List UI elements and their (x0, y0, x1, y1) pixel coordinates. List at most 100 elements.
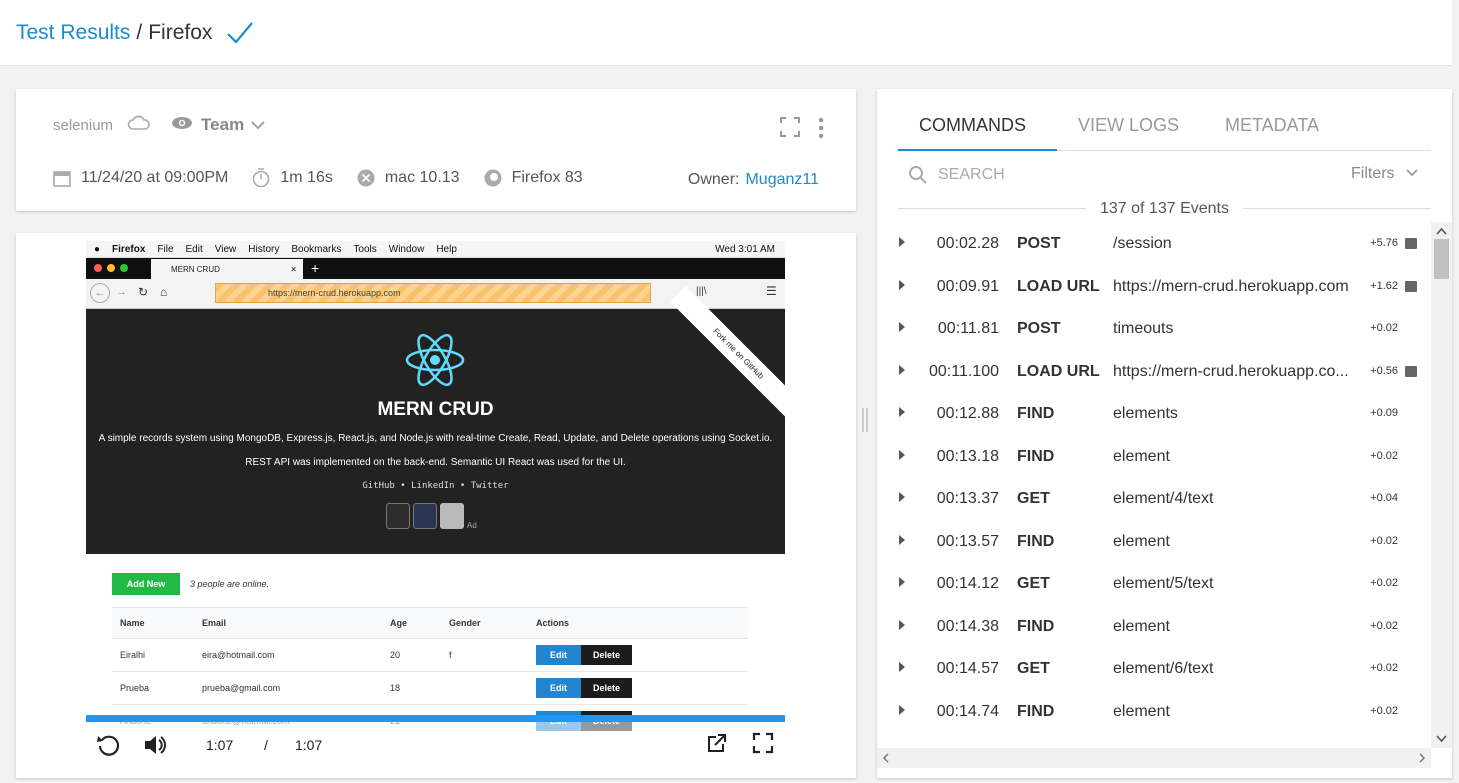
command-row[interactable]: 00:14.74 FIND element +0.02 (877, 692, 1431, 734)
command-delta: +0.09 (1370, 407, 1398, 419)
command-row[interactable]: 00:13.18 FIND element +0.02 (877, 437, 1431, 479)
command-delta: +0.02 (1370, 534, 1398, 547)
command-row[interactable]: 00:14.38 FIND element +0.02 (877, 607, 1431, 649)
scroll-up-icon[interactable] (1431, 224, 1452, 238)
command-time: 00:13.37 (936, 490, 999, 507)
video-progress-bar[interactable] (86, 715, 785, 722)
close-dot (94, 264, 102, 272)
command-delta: +0.02 (1370, 322, 1398, 334)
horizontal-scrollbar[interactable] (877, 748, 1431, 768)
breadcrumb-test-results-link[interactable]: Test Results (16, 21, 130, 45)
column-header: Name (112, 607, 194, 639)
app-title: MERN CRUD (377, 399, 494, 420)
fullscreen-video-icon[interactable] (752, 732, 774, 759)
total-time: 1:07 (295, 737, 323, 753)
command-time: 00:11.81 (937, 320, 999, 337)
app-hero: Fork me on GitHub MERN CRUD A simple rec… (86, 286, 785, 554)
back-icon: ← (90, 283, 110, 303)
command-argument: https://mern-crud.herokuapp.co... (1113, 362, 1349, 380)
breadcrumb: Test Results / Firefox (16, 20, 254, 46)
command-list: 00:02.28 POST/session +5.76 00:09.91 LOAD UR… (877, 224, 1431, 744)
panel-resize-handle[interactable] (862, 408, 868, 432)
expand-arrow-icon (899, 704, 905, 715)
filters-dropdown[interactable]: Filters (1351, 165, 1419, 183)
command-time: 00:12.88 (936, 405, 999, 422)
duration-item: 1m 16s (252, 168, 333, 188)
owner-link[interactable]: Muganz11 (745, 171, 819, 188)
command-argument: element (1113, 702, 1170, 720)
edit-button: Edit (536, 678, 581, 698)
delete-button: Delete (581, 645, 633, 665)
column-header: Email (194, 607, 382, 639)
screenshot-icon[interactable] (1405, 280, 1417, 292)
scroll-down-icon[interactable] (1431, 732, 1452, 746)
search-icon (909, 166, 927, 184)
vertical-scrollbar[interactable] (1431, 222, 1452, 748)
owner: Owner: Muganz11 (688, 171, 819, 189)
date-text: 11/24/20 at 09:00PM (81, 169, 229, 186)
url-text: https://mern-crud.herokuapp.com (268, 288, 401, 298)
breadcrumb-current: Firefox (148, 21, 213, 44)
duration-text: 1m 16s (280, 169, 333, 186)
visibility-dropdown[interactable]: Team (201, 115, 266, 135)
cell-actions: EditDelete (528, 671, 748, 705)
command-method: GET (1017, 575, 1050, 592)
external-link-icon[interactable] (706, 732, 728, 759)
info-row-top: selenium Team (53, 115, 266, 135)
command-row[interactable]: 00:02.28 POST/session +5.76 (877, 224, 1431, 266)
more-menu-icon[interactable] (816, 117, 826, 144)
command-argument: element (1113, 617, 1170, 635)
command-row[interactable]: 00:11.100 LOAD URL https://mern-crud.herok… (877, 352, 1431, 394)
edit-button: Edit (536, 645, 581, 665)
os-item: mac 10.13 (357, 169, 460, 187)
scroll-right-icon[interactable] (1415, 748, 1429, 768)
commands-panel: COMMANDS VIEW LOGS METADATA SEARCH Filte… (877, 89, 1452, 778)
expand-arrow-icon (899, 364, 905, 375)
command-delta: +5.76 (1370, 237, 1398, 249)
cell-age: 20 (382, 638, 441, 672)
volume-icon[interactable] (142, 732, 168, 763)
command-row[interactable]: 00:14.57 GET element/6/text +0.02 (877, 649, 1431, 691)
tab-view-logs[interactable]: VIEW LOGS (1078, 115, 1179, 136)
scroll-left-icon[interactable] (879, 748, 893, 768)
expand-arrow-icon (899, 237, 905, 247)
expand-arrow-icon (899, 662, 905, 672)
menubar-item: Edit (185, 243, 203, 255)
command-time: 00:13.57 (936, 532, 999, 550)
scrollbar-thumb[interactable] (1434, 239, 1449, 279)
command-row[interactable]: 00:13.57 FIND element +0.02 (877, 522, 1431, 564)
command-row[interactable]: 00:09.91 LOAD URL https://mern-crud.heroku… (877, 267, 1431, 309)
cloud-icon (127, 115, 151, 135)
event-count-text: 137 of 137 Events (1086, 200, 1243, 217)
table-row: Eiralhi eira@hotmail.com 20 f Edit Delete (112, 638, 748, 672)
menubar-item: Firefox (112, 243, 146, 255)
tab-commands[interactable]: COMMANDS (919, 115, 1026, 136)
screenshot-icon[interactable] (1405, 365, 1417, 377)
command-delta: +0.02 (1370, 577, 1398, 589)
macos-icon (357, 169, 375, 187)
command-delta: +0.02 (1370, 662, 1398, 674)
cell-gender (441, 671, 528, 705)
fullscreen-icon[interactable] (780, 117, 800, 142)
apple-icon: ● (94, 243, 101, 255)
command-row[interactable]: 00:14.12 GET element/5/text +0.02 (877, 564, 1431, 606)
command-row[interactable]: 00:13.37 GET element/4/text +0.04 (877, 479, 1431, 521)
replay-icon[interactable] (96, 732, 122, 763)
command-method: LOAD URL (1017, 362, 1100, 380)
menubar-clock: Wed 3:01 AM (715, 243, 775, 255)
os-text: mac 10.13 (384, 169, 460, 186)
command-row[interactable]: 00:11.81 POST timeouts +0.02 (877, 309, 1431, 351)
command-time: 00:14.12 (936, 575, 999, 592)
menubar-item: Help (436, 243, 457, 255)
command-method: FIND (1017, 702, 1055, 720)
screenshot-icon[interactable] (1405, 238, 1417, 249)
command-argument: element/5/text (1113, 575, 1214, 592)
command-delta: +1.62 (1370, 279, 1398, 292)
command-row[interactable]: 00:12.88 FIND elements +0.09 (877, 394, 1431, 436)
tab-metadata[interactable]: METADATA (1225, 115, 1319, 136)
search-input[interactable]: SEARCH (938, 166, 1005, 184)
reload-icon: ↻ (138, 285, 149, 299)
stopwatch-icon (253, 168, 270, 188)
visibility-label: Team (201, 115, 245, 134)
command-argument: element (1113, 447, 1170, 465)
